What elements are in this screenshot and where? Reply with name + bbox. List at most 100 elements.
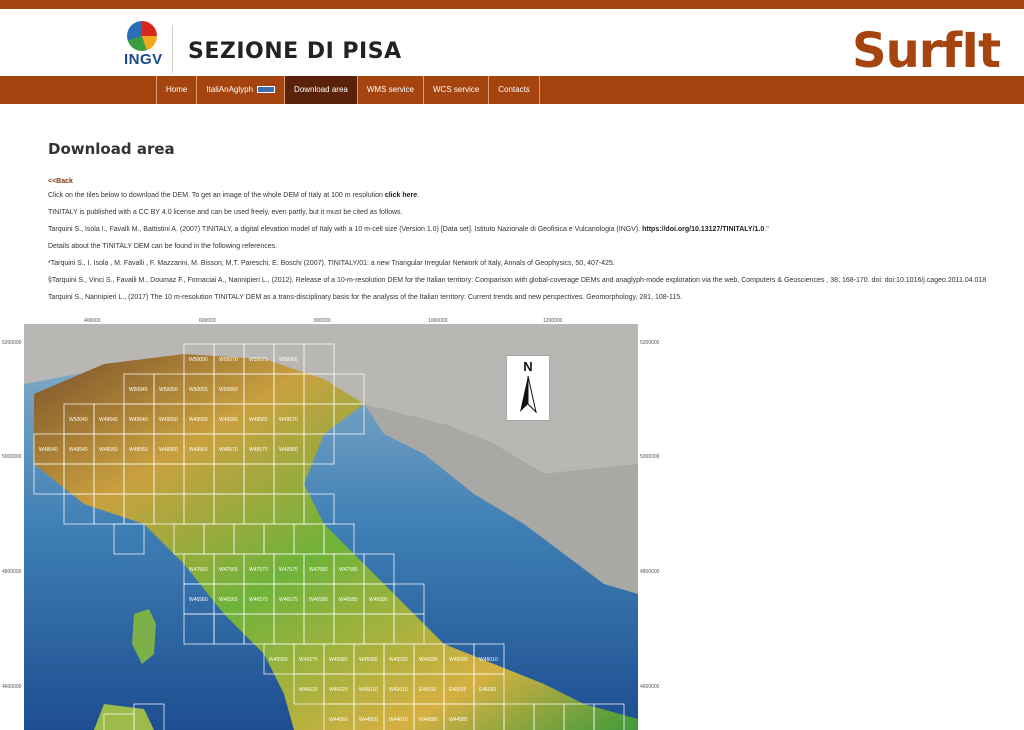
details-text: Details about the TINITALY DEM can be fo… — [48, 243, 278, 250]
tile-label: W47560 — [189, 567, 208, 573]
y-tick-label: 4600000 — [640, 684, 660, 690]
tile-label: W50055 — [189, 387, 208, 393]
tile-label: W48540 — [39, 447, 58, 453]
tile-label: W50065 — [279, 357, 298, 363]
y-tick-label: 4600000 — [2, 684, 22, 690]
nav-home[interactable]: Home — [156, 76, 196, 104]
tile-label: W49555 — [189, 417, 208, 423]
tile-label: W45015 — [389, 687, 408, 693]
tile-label: W49540 — [129, 417, 148, 423]
tile-label: W46580 — [309, 597, 328, 603]
tile-label: W48580 — [279, 447, 298, 453]
y-tick-label: 4800000 — [640, 569, 660, 575]
tile-label: W49560 — [219, 417, 238, 423]
nav-contacts[interactable]: Contacts — [488, 76, 540, 104]
tile-label: W45595 — [419, 657, 438, 663]
tile-label: W44580 — [419, 717, 438, 723]
tile-label: W44565 — [359, 717, 378, 723]
tile-label: W44560 — [329, 717, 348, 723]
logo-text: INGV — [124, 51, 163, 68]
citation-text-b: ." — [764, 226, 769, 233]
tile-label: W49545 — [99, 417, 118, 423]
tile-label: W48570 — [219, 447, 238, 453]
tile-label: W46020 — [329, 687, 348, 693]
tile-label: W48560 — [159, 447, 178, 453]
y-tick-label: 4800000 — [2, 569, 22, 575]
license-text: TINITALY is published with a CC BY 4.0 l… — [48, 209, 403, 216]
tile-label: E45020 — [479, 687, 496, 693]
tile-label: W50070 — [219, 357, 238, 363]
citation-text: Tarquini S., Isola I., Favalli M., Batti… — [48, 225, 988, 235]
tile-label: W48545 — [69, 447, 88, 453]
tile-label: E45015 — [449, 687, 466, 693]
surfit-brand-logo[interactable]: SurfIt — [852, 23, 1001, 79]
north-arrow: N — [506, 355, 550, 421]
tile-label: W46575 — [279, 597, 298, 603]
tile-label: W47565 — [219, 567, 238, 573]
tile-label: W45010 — [359, 687, 378, 693]
tile-label: W46010 — [479, 657, 498, 663]
tile-label: W46570 — [249, 597, 268, 603]
nav-italianaglyph[interactable]: ItaliAnAglyph — [196, 76, 284, 104]
tile-label: W45585 — [359, 657, 378, 663]
site-header: INGV SEZIONE DI PISA SurfIt — [0, 9, 1024, 79]
y-tick-label: 5200000 — [640, 340, 660, 346]
back-link[interactable]: <<Back — [48, 178, 988, 185]
intro-text-a: Click on the tiles below to download the… — [48, 192, 385, 199]
reference-2: §Tarquini S., Vinci S., Favalli M., Doum… — [48, 277, 987, 284]
reference-3: Tarquini S., Nannipieri L., (2017) The 1… — [48, 294, 683, 301]
nav-italianaglyph-label: ItaliAnAglyph — [206, 85, 254, 94]
tile-label: W48555 — [129, 447, 148, 453]
tile-label: W50075 — [249, 357, 268, 363]
tile-label: E45010 — [419, 687, 436, 693]
tile-label: W46095 — [449, 657, 468, 663]
tile-label: W44585 — [449, 717, 468, 723]
tile-label: W50040 — [69, 417, 88, 423]
nav-wcs-service[interactable]: WCS service — [422, 76, 488, 104]
tile-label: W48550 — [99, 447, 118, 453]
tile-label: W49565 — [249, 417, 268, 423]
tile-label: W47580 — [309, 567, 328, 573]
page-title: Download area — [48, 140, 175, 158]
y-tick-label: 5000000 — [640, 454, 660, 460]
tile-label: W46565 — [219, 597, 238, 603]
header-divider — [172, 25, 173, 73]
globe-icon — [127, 21, 157, 51]
tile-label: W45575 — [299, 657, 318, 663]
top-accent-bar — [0, 0, 1024, 9]
tile-label: W46590 — [369, 597, 388, 603]
tile-label: W50090 — [189, 357, 208, 363]
tile-label: W49570 — [279, 417, 298, 423]
citation-text-a: Tarquini S., Isola I., Favalli M., Batti… — [48, 226, 643, 233]
nav-menu: Home ItaliAnAglyph Download area WMS ser… — [156, 76, 540, 104]
nav-wms-service[interactable]: WMS service — [356, 76, 423, 104]
tile-label: W48575 — [249, 447, 268, 453]
anaglyph-glasses-icon — [257, 86, 276, 94]
ingv-logo[interactable]: INGV — [124, 21, 164, 77]
reference-1: *Tarquini S., I. Isola , M. Favalli , F.… — [48, 260, 615, 267]
tile-label: W50050 — [159, 387, 178, 393]
intro-text-b: . — [417, 192, 420, 199]
tile-label: W46015 — [299, 687, 318, 693]
tile-label: W46560 — [189, 597, 208, 603]
click-here-link[interactable]: click here — [385, 192, 417, 199]
tile-label: W49550 — [159, 417, 178, 423]
section-title: SEZIONE DI PISA — [188, 39, 402, 64]
tile-label: W50060 — [219, 387, 238, 393]
doi-link[interactable]: https://doi.org/10.13127/TINITALY/1.0 — [642, 226, 764, 233]
tile-label: W46585 — [339, 597, 358, 603]
main-content: Download area <<Back Click on the tiles … — [48, 140, 988, 310]
tile-label: W45580 — [329, 657, 348, 663]
nav-download-area[interactable]: Download area — [284, 76, 357, 104]
north-arrow-icon — [520, 375, 537, 414]
intro-text: Click on the tiles below to download the… — [48, 191, 988, 201]
tile-label: W47585 — [339, 567, 358, 573]
tile-label: W44570 — [389, 717, 408, 723]
tile-label: W48565 — [189, 447, 208, 453]
tile-label: W50045 — [129, 387, 148, 393]
y-tick-label: 5200000 — [2, 340, 22, 346]
tile-label: W47575 — [279, 567, 298, 573]
tile-label: W45590 — [389, 657, 408, 663]
y-tick-label: 5000000 — [2, 454, 22, 460]
tile-label: W47570 — [249, 567, 268, 573]
